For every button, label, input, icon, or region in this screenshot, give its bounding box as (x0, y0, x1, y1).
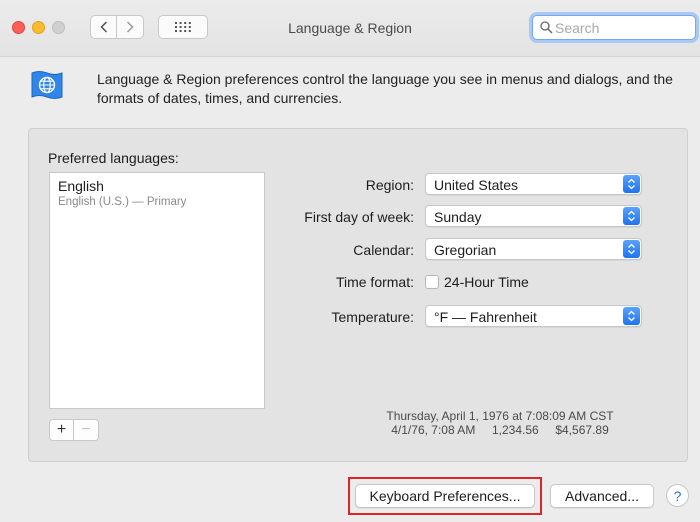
language-item-name[interactable]: English (58, 178, 104, 194)
24-hour-time-label[interactable]: 24-Hour Time (444, 274, 529, 290)
popup-arrows-icon (623, 307, 640, 325)
popup-arrows-icon (623, 175, 640, 193)
advanced-button[interactable]: Advanced... (550, 484, 654, 508)
search-input[interactable] (555, 18, 689, 37)
popup-arrows-icon (623, 207, 640, 225)
region-label: Region: (365, 177, 414, 193)
language-list[interactable]: English English (U.S.) — Primary (49, 172, 265, 409)
add-language-button[interactable]: + (49, 419, 74, 441)
temperature-popup[interactable]: °F — Fahrenheit (425, 305, 642, 327)
preferred-languages-label: Preferred languages: (48, 150, 179, 166)
title-bar: Language & Region (0, 0, 700, 57)
sample-date-text: Thursday, April 1, 1976 at 7:08:09 AM CS… (386, 409, 614, 423)
popup-arrows-icon (623, 240, 640, 258)
calendar-label: Calendar: (353, 242, 414, 258)
help-button[interactable]: ? (666, 484, 689, 507)
flag-globe-icon (30, 68, 64, 102)
time-format-label: Time format: (335, 274, 414, 290)
first-day-label: First day of week: (304, 209, 414, 225)
first-day-value: Sunday (434, 209, 482, 225)
24-hour-time-checkbox[interactable] (425, 275, 439, 289)
description-text: Language & Region preferences control th… (97, 71, 673, 106)
temperature-label: Temperature: (331, 309, 414, 325)
remove-language-button[interactable]: − (74, 419, 99, 441)
region-popup[interactable]: United States (425, 173, 642, 195)
language-item-detail: English (U.S.) — Primary (58, 196, 187, 208)
search-icon (540, 21, 553, 34)
temperature-value: °F — Fahrenheit (434, 309, 537, 325)
first-day-popup[interactable]: Sunday (425, 205, 642, 227)
sample-number-text: 4/1/76, 7:08 AM 1,234.56 $4,567.89 (391, 423, 609, 437)
search-field[interactable] (532, 15, 696, 40)
region-value: United States (434, 177, 519, 193)
keyboard-preferences-button[interactable]: Keyboard Preferences... (355, 484, 535, 508)
calendar-value: Gregorian (434, 242, 497, 258)
add-remove-language-buttons: + − (49, 419, 99, 441)
calendar-popup[interactable]: Gregorian (425, 238, 642, 260)
